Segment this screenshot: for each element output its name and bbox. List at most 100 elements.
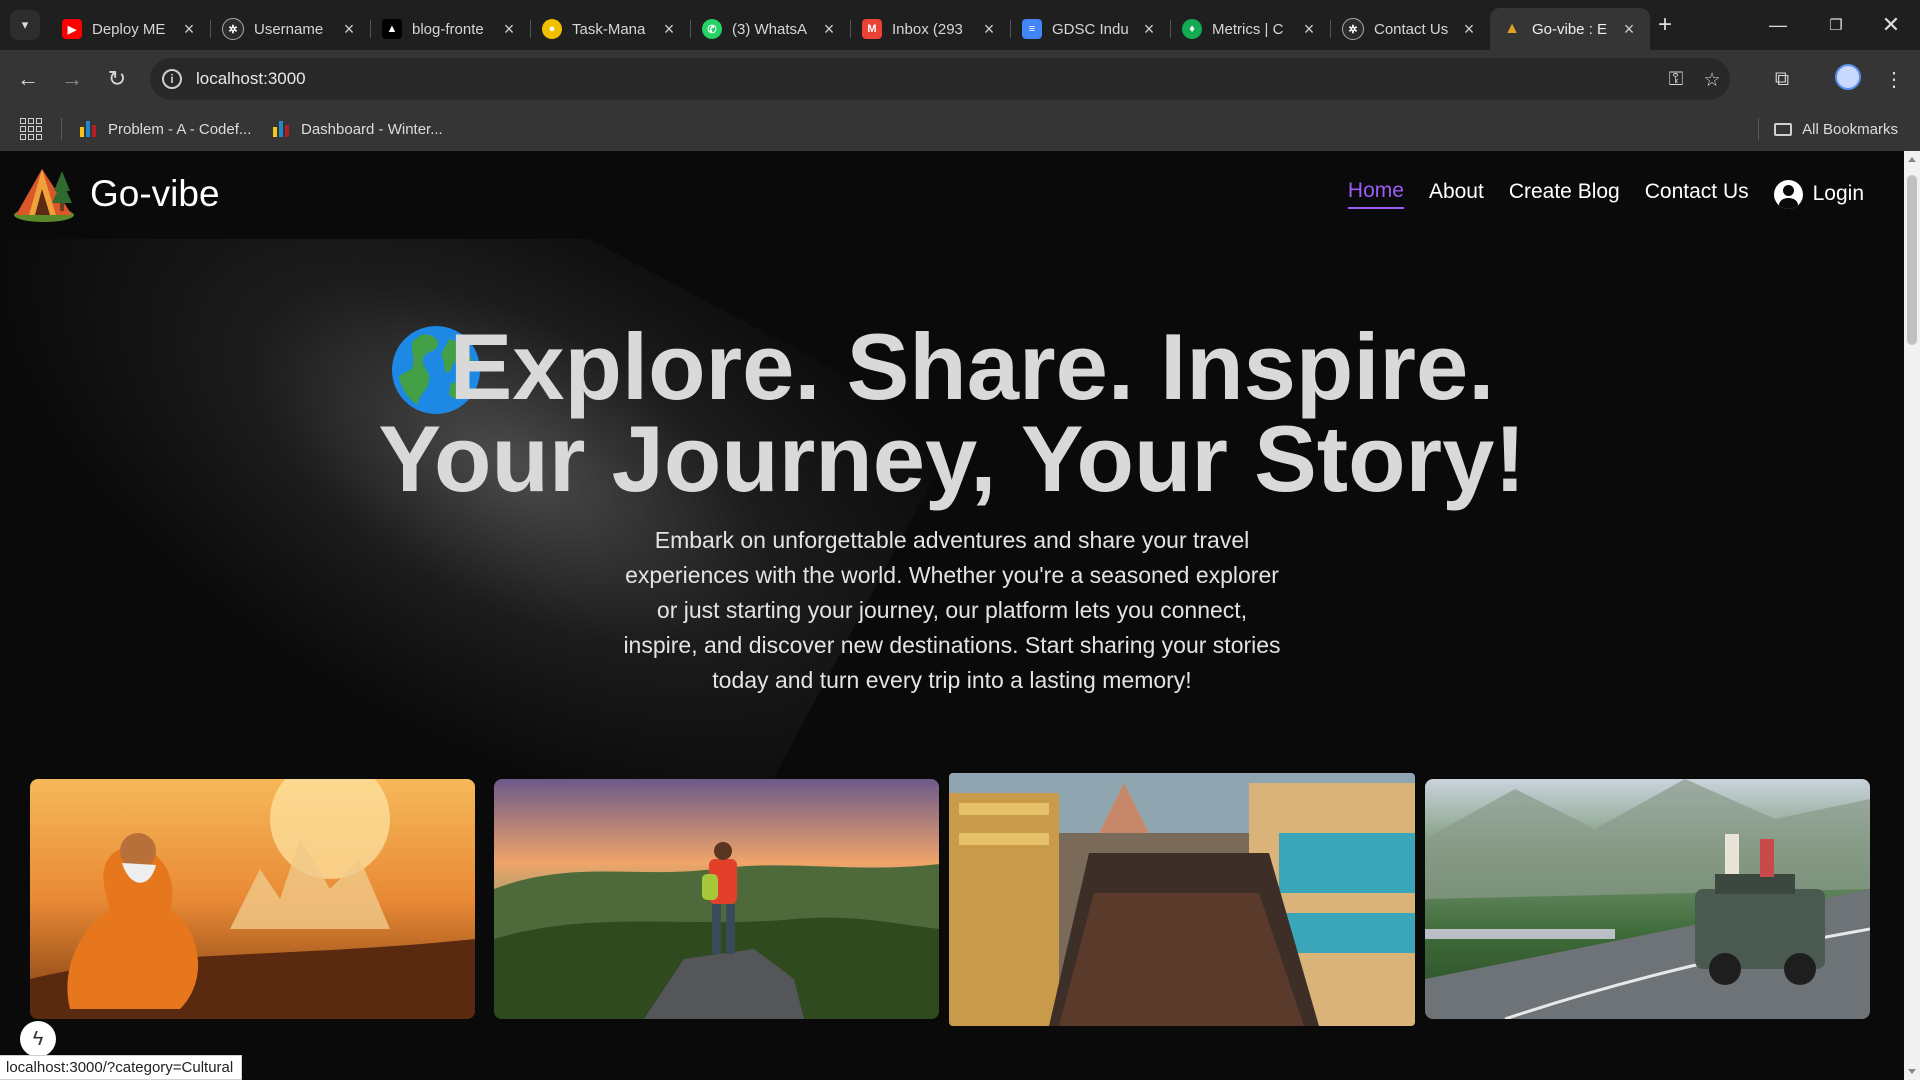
bookmarks-divider <box>1758 118 1759 140</box>
all-bookmarks-label: All Bookmarks <box>1802 120 1898 138</box>
tab-title: Inbox (293 <box>892 20 963 38</box>
apps-icon[interactable] <box>20 118 42 140</box>
address-url[interactable]: localhost:3000 <box>196 69 306 89</box>
tab-strip: ▾ ▶ Deploy ME × ✲ Username × ▲ blog-fron… <box>0 0 1920 50</box>
minimize-button[interactable]: — <box>1749 0 1807 50</box>
tab-whatsapp[interactable]: ✆ (3) WhatsA × <box>690 8 850 50</box>
forward-button[interactable]: → <box>56 63 88 95</box>
sage-meditating-image <box>30 779 475 1019</box>
docs-icon: ≡ <box>1022 19 1042 39</box>
bookmarks-bar: Problem - A - Codef... Dashboard - Winte… <box>0 108 1920 152</box>
close-icon[interactable]: × <box>180 19 198 40</box>
hero-description: Embark on unforgettable adventures and s… <box>623 527 1281 693</box>
category-card-cultural[interactable] <box>949 773 1415 1026</box>
tab-search-button[interactable]: ▾ <box>10 10 40 40</box>
openai-icon: ✲ <box>1342 18 1364 40</box>
site-navbar: Go-vibe Home About Create Blog Contact U… <box>0 151 1904 239</box>
folder-icon <box>1774 122 1793 136</box>
gmail-icon: M <box>862 19 882 39</box>
close-icon[interactable]: × <box>820 19 838 40</box>
category-card-spiritual[interactable] <box>30 779 475 1019</box>
address-bar[interactable]: i localhost:3000 ⚿ ☆ <box>150 58 1730 100</box>
jeep-road-image <box>1425 779 1870 1019</box>
link-status-bubble: localhost:3000/?category=Cultural <box>0 1055 243 1080</box>
render-icon: ● <box>542 19 562 39</box>
bookmark-label: Problem - A - Codef... <box>108 120 252 138</box>
tab-username[interactable]: ✲ Username × <box>210 8 370 50</box>
tab-gdsc[interactable]: ≡ GDSC Indu × <box>1010 8 1170 50</box>
tab-title: GDSC Indu <box>1052 20 1129 38</box>
hero-title: Explore. Share. Inspire. Your Journey, Y… <box>0 314 1904 506</box>
assistant-fab-button[interactable]: ϟ <box>20 1021 56 1057</box>
back-button[interactable]: ← <box>12 63 44 95</box>
scroll-down-icon[interactable] <box>1908 1069 1916 1074</box>
nav-create-blog[interactable]: Create Blog <box>1509 180 1620 208</box>
tab-task-manager[interactable]: ● Task-Mana × <box>530 8 690 50</box>
close-icon[interactable]: × <box>1620 19 1638 40</box>
bookmark-dashboard[interactable]: Dashboard - Winter... <box>273 116 443 142</box>
hero-title-line1: Explore. Share. Inspire. <box>449 314 1495 419</box>
key-icon[interactable]: ⚿ <box>1664 68 1688 92</box>
tent-icon: ▲ <box>1504 20 1520 37</box>
bookmark-star-icon[interactable]: ☆ <box>1700 68 1724 92</box>
category-card-road-trip[interactable] <box>1425 779 1870 1019</box>
nav-home[interactable]: Home <box>1347 179 1404 209</box>
new-tab-button[interactable]: + <box>1650 10 1680 40</box>
extensions-icon[interactable]: ⧉ <box>1767 64 1797 94</box>
page-scrollbar[interactable] <box>1904 151 1920 1080</box>
menu-icon[interactable]: ⋮ <box>1879 64 1909 94</box>
tab-title: blog-fronte <box>412 20 484 38</box>
tab-deploy[interactable]: ▶ Deploy ME × <box>50 8 210 50</box>
bookmark-label: Dashboard - Winter... <box>301 120 443 138</box>
hiker-mountain-image <box>494 779 939 1019</box>
site-nav-links: Home About Create Blog Contact Us Login <box>1323 179 1864 209</box>
tab-title: Contact Us <box>1374 20 1449 38</box>
tab-title: Username <box>254 20 324 38</box>
crowd-festival-image <box>949 773 1415 1026</box>
close-icon[interactable]: × <box>1300 19 1318 40</box>
mongodb-icon: ♦ <box>1182 19 1202 39</box>
youtube-icon: ▶ <box>62 19 82 39</box>
tab-contact-us[interactable]: ✲ Contact Us × <box>1330 8 1490 50</box>
tab-title: Go-vibe : E <box>1532 20 1608 38</box>
tab-title: Task-Mana <box>572 20 646 38</box>
window-close-button[interactable]: ✕ <box>1862 0 1920 50</box>
close-icon[interactable]: × <box>1460 19 1478 40</box>
close-icon[interactable]: × <box>500 19 518 40</box>
close-icon[interactable]: × <box>980 19 998 40</box>
bookmark-codeforces[interactable]: Problem - A - Codef... <box>80 116 251 142</box>
tab-title: Deploy ME <box>92 20 166 38</box>
reload-button[interactable]: ↻ <box>101 63 133 95</box>
openai-icon: ✲ <box>222 18 244 40</box>
codeforces-icon <box>273 121 291 137</box>
nav-about[interactable]: About <box>1429 180 1484 208</box>
page-viewport: Go-vibe Home About Create Blog Contact U… <box>0 151 1904 1080</box>
whatsapp-icon: ✆ <box>702 19 722 39</box>
tab-title: (3) WhatsA <box>732 20 808 38</box>
profile-avatar[interactable] <box>1835 64 1861 90</box>
tent-logo-icon[interactable] <box>12 163 76 223</box>
bookmarks-divider <box>61 118 62 140</box>
user-icon <box>1773 179 1803 209</box>
codeforces-icon <box>80 121 98 137</box>
nav-contact-us[interactable]: Contact Us <box>1645 180 1749 208</box>
close-icon[interactable]: × <box>340 19 358 40</box>
all-bookmarks-button[interactable]: All Bookmarks <box>1774 116 1898 142</box>
close-icon[interactable]: × <box>660 19 678 40</box>
tab-inbox[interactable]: M Inbox (293 × <box>850 8 1010 50</box>
tab-metrics[interactable]: ♦ Metrics | C × <box>1170 8 1330 50</box>
restore-button[interactable]: ❐ <box>1807 0 1865 50</box>
hero-title-line2: Your Journey, Your Story! <box>378 406 1526 511</box>
login-label: Login <box>1812 182 1864 205</box>
category-card-adventure[interactable] <box>494 779 939 1019</box>
login-button[interactable]: Login <box>1773 179 1864 209</box>
tab-blog-frontend[interactable]: ▲ blog-fronte × <box>370 8 530 50</box>
scroll-up-icon[interactable] <box>1908 157 1916 162</box>
site-brand[interactable]: Go-vibe <box>90 173 220 215</box>
tab-go-vibe[interactable]: ▲ Go-vibe : E × <box>1490 8 1650 50</box>
browser-toolbar: ← → ↻ i localhost:3000 ⚿ ☆ ⧉ ⋮ <box>0 50 1920 108</box>
vercel-icon: ▲ <box>382 19 402 39</box>
scrollbar-thumb[interactable] <box>1907 175 1917 345</box>
site-info-icon[interactable]: i <box>162 69 182 89</box>
close-icon[interactable]: × <box>1140 19 1158 40</box>
